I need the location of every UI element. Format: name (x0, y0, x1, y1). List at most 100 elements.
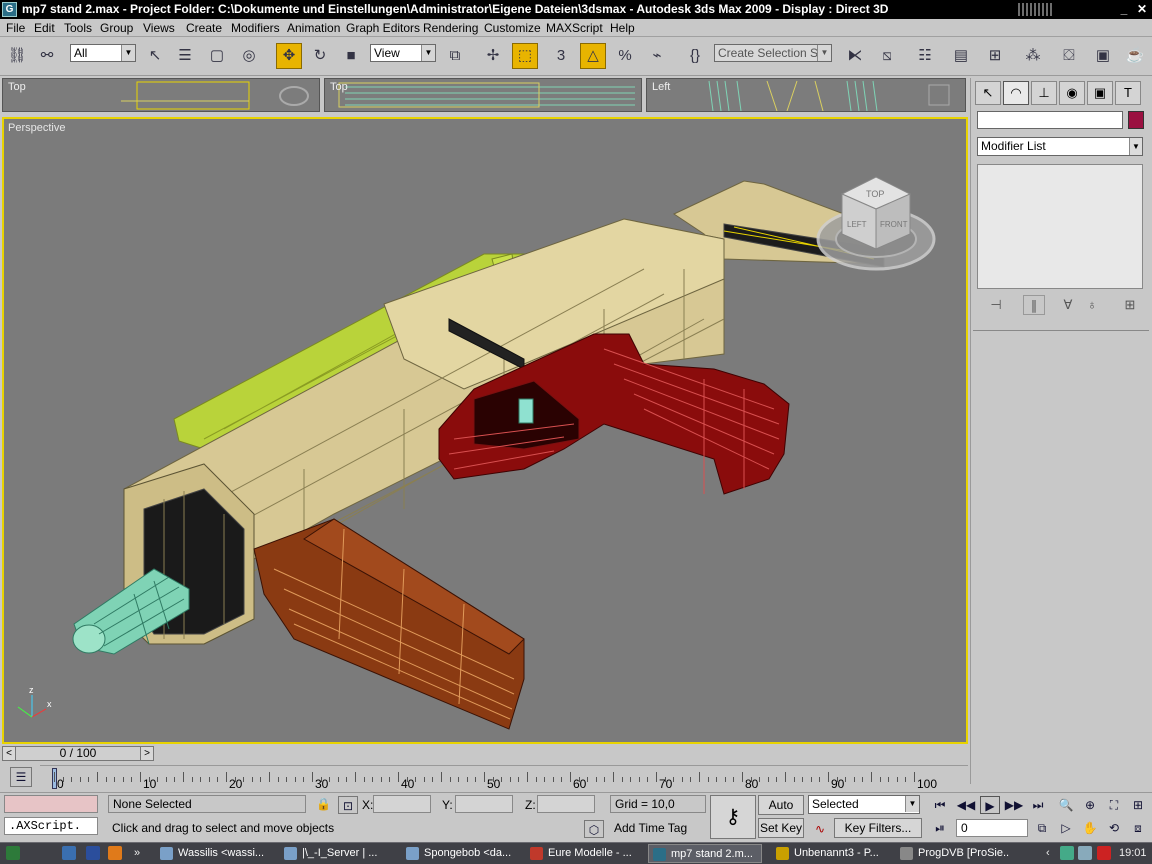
viewport-perspective[interactable]: Perspective TOP LEFT FRONT z x (2, 117, 968, 744)
tray-volume-icon[interactable] (1078, 846, 1092, 860)
key-mode-toggle-icon[interactable]: ⏯ (930, 819, 950, 837)
rotate-icon[interactable]: ↻ (307, 43, 333, 69)
x-coord-field[interactable] (373, 795, 431, 813)
rect-select-icon[interactable]: ▢ (204, 43, 230, 69)
taskbar-item[interactable]: Wassilis <wassi... (156, 844, 270, 863)
close-button[interactable]: ✕ (1134, 2, 1150, 17)
time-tag-icon[interactable]: ⬡ (584, 820, 604, 838)
prev-frame-icon[interactable]: < (2, 746, 16, 761)
default-tangent-icon[interactable]: ∿ (810, 820, 830, 838)
select-by-name-icon[interactable]: ☰ (172, 43, 198, 69)
maxscript-listener[interactable] (4, 795, 98, 813)
mirror-icon[interactable]: ⧔ (842, 43, 868, 69)
add-time-tag-button[interactable]: Add Time Tag (610, 820, 706, 838)
taskbar-item[interactable]: ProgDVB [ProSie... (896, 844, 1010, 863)
y-coord-field[interactable] (455, 795, 513, 813)
key-mode-dropdown[interactable]: Selected ▼ (808, 795, 920, 814)
rendered-frame-icon[interactable]: ▣ (1090, 43, 1116, 69)
previous-frame-icon[interactable]: ◀◀ (956, 796, 976, 814)
menu-modifiers[interactable]: Modifiers (231, 21, 280, 35)
spinner-snap-icon[interactable]: ⌁ (644, 43, 670, 69)
play-icon[interactable]: ▶ (980, 796, 1000, 814)
field-of-view-icon[interactable]: ▷ (1056, 819, 1076, 837)
time-configuration-icon[interactable]: ⧉ (1032, 819, 1052, 837)
menu-create[interactable]: Create (186, 21, 222, 35)
absolute-mode-icon[interactable]: ⊡ (338, 796, 358, 814)
unlink-icon[interactable]: ⚯ (34, 43, 60, 69)
create-icon[interactable]: ↖ (975, 81, 1001, 105)
curve-editor-icon[interactable]: ▤ (948, 43, 974, 69)
render-setup-icon[interactable]: ⛋ (1056, 43, 1082, 69)
menu-group[interactable]: Group (100, 21, 133, 35)
layer-icon[interactable]: ☷ (912, 43, 938, 69)
pan-icon[interactable]: ✋ (1080, 819, 1100, 837)
quicklaunch-1-icon[interactable] (62, 846, 76, 860)
modify-icon[interactable]: ◠ (1003, 81, 1029, 105)
menu-animation[interactable]: Animation (287, 21, 340, 35)
auto-key-button[interactable]: Auto Key (758, 795, 804, 830)
modifier-stack[interactable] (977, 164, 1143, 289)
pivot-icon[interactable]: ⧉ (442, 43, 468, 69)
remove-modifier-icon[interactable]: ♁ (1081, 295, 1103, 315)
next-frame-icon[interactable]: > (140, 746, 154, 761)
align-icon[interactable]: ⧅ (874, 43, 900, 69)
move-icon[interactable]: ✥ (276, 43, 302, 69)
scale-icon[interactable]: ■ (338, 43, 364, 69)
menu-help[interactable]: Help (610, 21, 635, 35)
next-frame-button-icon[interactable]: ▶▶ (1004, 796, 1024, 814)
taskbar-item[interactable]: Eure Modelle - ... (526, 844, 640, 863)
display-icon[interactable]: ▣ (1087, 81, 1113, 105)
keyboard-shortcut-icon[interactable]: ⬚ (512, 43, 538, 69)
viewport-left[interactable]: Left (646, 78, 966, 112)
zoom-all-icon[interactable]: ⊕ (1080, 796, 1100, 814)
utilities-icon[interactable]: T (1115, 81, 1141, 105)
go-to-end-icon[interactable]: ⏭ (1028, 796, 1048, 814)
quicklaunch-2-icon[interactable] (86, 846, 100, 860)
configure-modifier-sets-icon[interactable]: ⊞ (1119, 295, 1141, 315)
material-editor-icon[interactable]: ⁂ (1020, 43, 1046, 69)
tray-chevron-icon[interactable]: ‹ (1046, 844, 1050, 863)
named-selection-dropdown[interactable]: Create Selection Set ▼ (714, 44, 832, 62)
object-name-field[interactable] (977, 111, 1123, 129)
go-to-start-icon[interactable]: ⏮ (930, 796, 950, 814)
app-icon[interactable]: G (2, 2, 17, 17)
quicklaunch-more-icon[interactable]: » (134, 844, 140, 863)
zoom-extents-all-icon[interactable]: ⊞ (1128, 796, 1148, 814)
tray-network-icon[interactable] (1060, 846, 1074, 860)
taskbar-item[interactable]: |\_-I_Server | ... (280, 844, 394, 863)
menu-maxscript[interactable]: MAXScript (546, 21, 603, 35)
schematic-icon[interactable]: ⊞ (982, 43, 1008, 69)
set-key-large-icon[interactable]: ⚷ (710, 795, 756, 839)
taskbar-item[interactable]: Spongebob <da... (402, 844, 516, 863)
orbit-icon[interactable]: ⟲ (1104, 819, 1124, 837)
time-slider[interactable]: < 0 / 100 > (2, 746, 154, 761)
quicklaunch-3-icon[interactable] (108, 846, 122, 860)
selection-filter-dropdown[interactable]: All ▼ (70, 44, 136, 62)
make-unique-icon[interactable]: ∀ (1057, 295, 1079, 315)
lock-selection-icon[interactable]: 🔒 (316, 797, 331, 811)
track-bar[interactable]: 0 10 20 30 40 50 60 70 80 90 100 (40, 765, 968, 791)
mini-curve-editor-icon[interactable]: ☰ (10, 767, 32, 787)
pin-stack-icon[interactable]: ⊣ (985, 295, 1007, 315)
start-icon[interactable] (6, 846, 20, 860)
menu-customize[interactable]: Customize (484, 21, 541, 35)
select-icon[interactable]: ↖ (142, 43, 168, 69)
tray-antivirus-icon[interactable] (1097, 846, 1111, 860)
zoom-icon[interactable]: 🔍 (1056, 796, 1076, 814)
zoom-extents-icon[interactable]: ⛶ (1104, 796, 1124, 814)
motion-icon[interactable]: ◉ (1059, 81, 1085, 105)
modifier-list-dropdown[interactable]: Modifier List ▼ (977, 137, 1143, 156)
z-coord-field[interactable] (537, 795, 595, 813)
percent-snap-icon[interactable]: % (612, 43, 638, 69)
current-frame-field[interactable]: 0 (956, 819, 1028, 837)
taskbar-item-active[interactable]: mp7 stand 2.m... (648, 844, 762, 863)
key-filters-button[interactable]: Key Filters... (834, 818, 922, 838)
manipulate-icon[interactable]: ✢ (480, 43, 506, 69)
menu-graph-editors[interactable]: Graph Editors (346, 21, 420, 35)
viewport-top-1[interactable]: Top (2, 78, 320, 112)
menu-rendering[interactable]: Rendering (423, 21, 478, 35)
maxscript-input[interactable]: .AXScript. (4, 817, 98, 835)
set-key-button[interactable]: Set Key (758, 818, 804, 838)
hierarchy-icon[interactable]: ⊥ (1031, 81, 1057, 105)
link-icon[interactable]: ⛓ (4, 43, 30, 69)
